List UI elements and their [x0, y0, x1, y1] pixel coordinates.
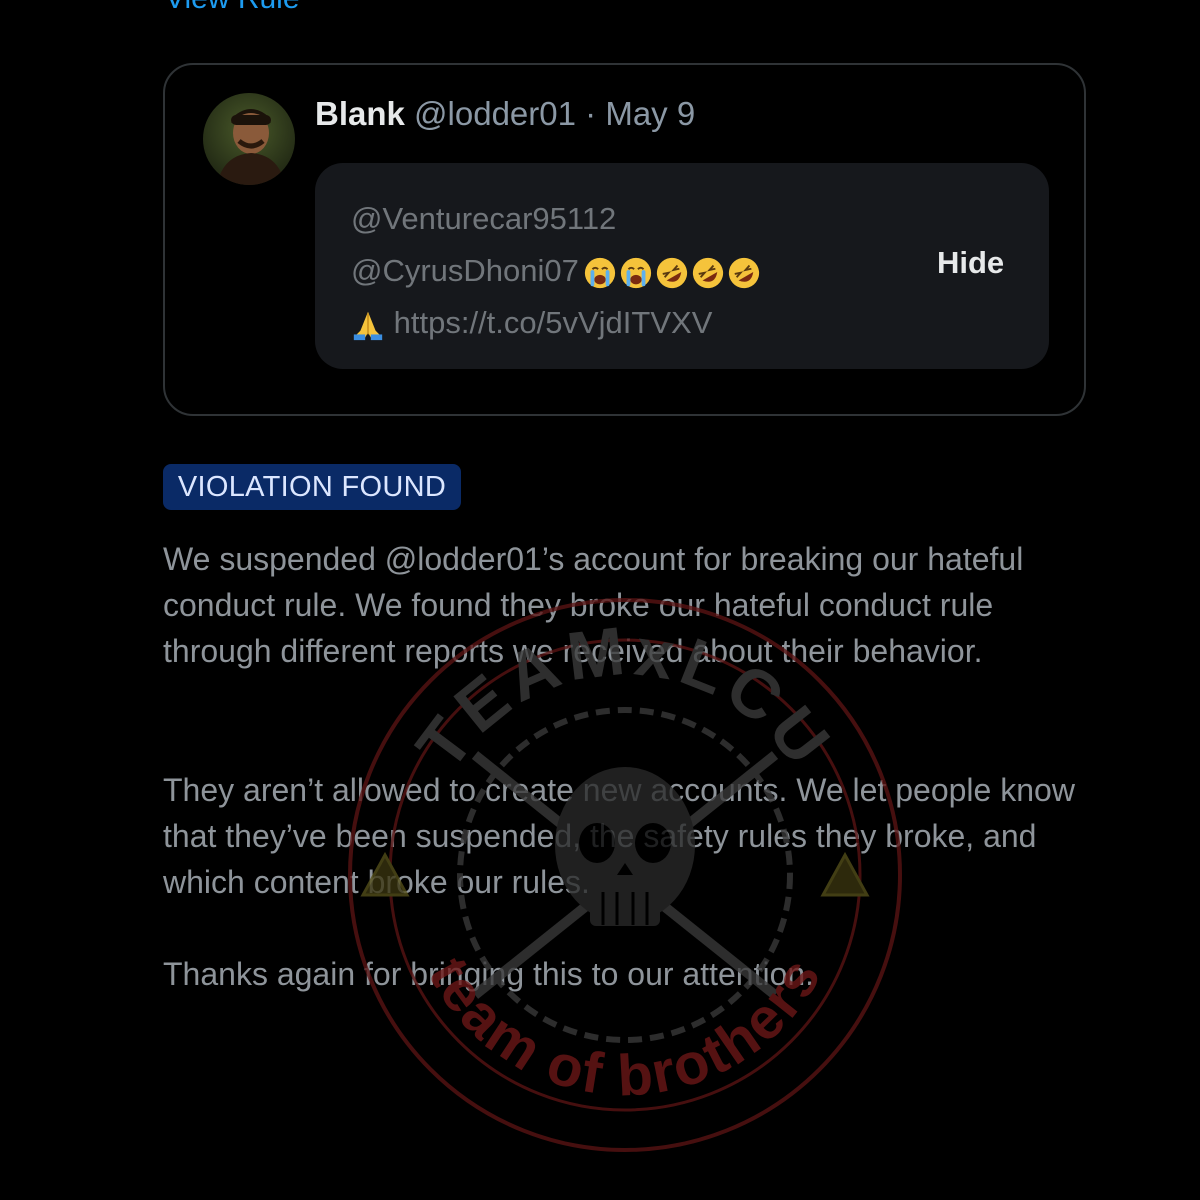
tweet-header: Blank @lodder01 · May 9	[315, 95, 695, 133]
reported-tweet-card[interactable]: Blank @lodder01 · May 9 @Venturecar95112…	[163, 63, 1086, 416]
reply-mention-2[interactable]: @CyrusDhoni07	[351, 253, 579, 288]
rolling-laughing-icon	[656, 257, 688, 288]
violation-found-badge: VIOLATION FOUND	[163, 464, 461, 510]
reply-text: @Venturecar95112 @CyrusDhoni07 https://t…	[351, 193, 761, 349]
reply-mention-1[interactable]: @Venturecar95112	[351, 193, 761, 245]
page: View Rule Blank @lodder01 ·	[0, 0, 1200, 1200]
rolling-laughing-icon	[728, 257, 760, 288]
separator-dot: ·	[585, 95, 597, 132]
suspension-paragraph: We suspended @lodder01’s account for bre…	[163, 541, 1024, 669]
reply-line-3: https://t.co/5vVjdITVXV	[351, 297, 761, 349]
hidden-reply-box: @Venturecar95112 @CyrusDhoni07 https://t…	[315, 163, 1049, 369]
rolling-laughing-icon	[692, 257, 724, 288]
hide-button[interactable]: Hide	[937, 245, 1004, 281]
author-name[interactable]: Blank	[315, 95, 405, 132]
avatar[interactable]	[203, 93, 295, 185]
loudly-crying-face-icon	[620, 257, 652, 288]
reply-link[interactable]: https://t.co/5vVjdITVXV	[394, 305, 713, 340]
view-rule-link[interactable]: View Rule	[165, 0, 300, 16]
thanks-paragraph: Thanks again for bringing this to our at…	[163, 956, 815, 992]
policy-paragraph: They aren’t allowed to create new accoun…	[163, 772, 1075, 900]
reply-line-2: @CyrusDhoni07	[351, 245, 761, 297]
loudly-crying-face-icon	[584, 257, 616, 288]
emoji-row	[583, 256, 761, 290]
folded-hands-icon	[353, 311, 383, 340]
tweet-date[interactable]: May 9	[605, 95, 695, 132]
author-handle[interactable]: @lodder01	[414, 95, 576, 132]
